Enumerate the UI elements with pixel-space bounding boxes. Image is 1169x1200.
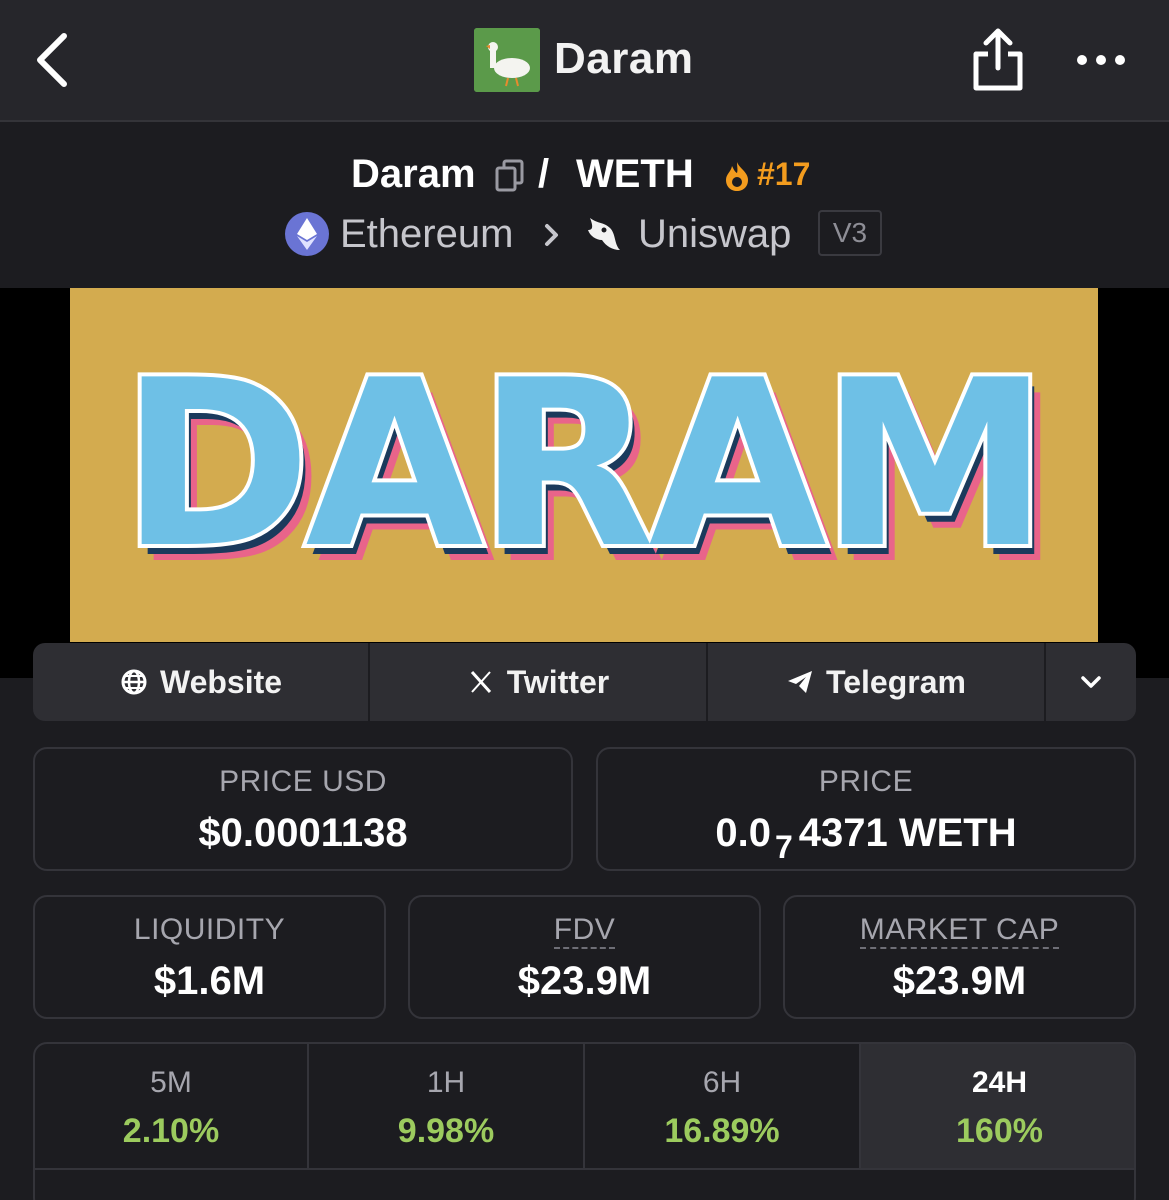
pair-header: Daram / WETH #17 Ethereum Uniswap V3	[0, 122, 1169, 288]
uniswap-icon	[582, 210, 628, 256]
liquidity-label: LIQUIDITY	[133, 913, 286, 946]
market-cap-value: $23.9M	[892, 959, 1027, 1003]
top-nav-bar: Daram	[0, 0, 1169, 122]
page-title: Daram	[554, 34, 694, 83]
chevron-left-icon	[37, 33, 67, 87]
chevron-down-icon	[1081, 676, 1101, 688]
copy-address-button[interactable]	[494, 158, 526, 192]
website-button[interactable]: Website	[33, 643, 369, 721]
social-links-bar: Website Twitter Telegram	[33, 643, 1136, 721]
tab-5m[interactable]: 5M 2.10%	[35, 1044, 307, 1170]
market-cap-label-wrap: MARKET CAP	[785, 913, 1134, 949]
liquidity-value: $1.6M	[153, 959, 266, 1003]
price-native-prefix: 0.0	[715, 811, 771, 855]
fdv-value: $23.9M	[517, 959, 652, 1003]
tab-5m-value: 2.10%	[122, 1112, 220, 1150]
price-native-label: PRICE	[818, 765, 914, 798]
price-change-tabs: 5M 2.10% 1H 9.98% 6H 16.89% 24H 160%	[33, 1042, 1136, 1200]
pair-title-row: Daram / WETH #17	[0, 152, 1169, 202]
price-usd-card: PRICE USD $0.0001138	[33, 747, 573, 871]
website-label: Website	[159, 663, 283, 700]
copy-icon	[495, 159, 524, 192]
globe-icon	[121, 669, 147, 695]
telegram-icon	[788, 671, 813, 693]
tab-6h[interactable]: 6H 16.89%	[585, 1044, 859, 1170]
fdv-label[interactable]: FDV	[553, 913, 616, 949]
price-native-zero-count: 7	[774, 829, 793, 865]
ethereum-icon	[285, 212, 329, 256]
chain-link[interactable]: Ethereum	[340, 212, 513, 257]
telegram-button[interactable]: Telegram	[708, 643, 1044, 721]
dex-version-badge: V3	[818, 210, 882, 256]
twitter-label: Twitter	[506, 663, 610, 700]
tab-6h-label: 6H	[702, 1066, 742, 1099]
price-native-card: PRICE 0.0 7 4371 WETH	[596, 747, 1136, 871]
share-button[interactable]	[968, 24, 1028, 94]
x-logo-icon	[470, 670, 491, 694]
dex-link[interactable]: Uniswap	[638, 212, 791, 257]
tab-6h-value: 16.89%	[664, 1112, 780, 1150]
svg-text:DARAM: DARAM	[121, 332, 1044, 599]
banner-area: DARAM DARAM DARAM	[0, 288, 1169, 678]
tab-1h-value: 9.98%	[397, 1112, 495, 1150]
price-usd-label: PRICE USD	[219, 765, 387, 798]
trending-rank[interactable]: #17	[757, 156, 810, 193]
tab-24h-value: 160%	[956, 1112, 1043, 1150]
share-icon	[973, 28, 1023, 91]
pair-separator: /	[538, 152, 550, 196]
more-links-button[interactable]	[1046, 643, 1136, 721]
price-usd-value: $0.0001138	[198, 811, 408, 855]
more-horizontal-icon	[1077, 55, 1125, 65]
price-native-suffix: 4371 WETH	[798, 811, 1017, 855]
telegram-label: Telegram	[826, 663, 966, 700]
tab-24h[interactable]: 24H 160%	[861, 1044, 1134, 1170]
tab-5m-label: 5M	[150, 1066, 192, 1099]
chevron-right-icon	[540, 220, 564, 250]
chain-dex-row: Ethereum Uniswap V3	[0, 210, 1169, 260]
quote-token: WETH	[576, 152, 694, 196]
tab-1h[interactable]: 1H 9.98%	[309, 1044, 583, 1170]
tab-1h-label: 1H	[426, 1066, 466, 1099]
fire-icon	[722, 160, 752, 192]
market-cap-label[interactable]: MARKET CAP	[859, 913, 1060, 949]
liquidity-card: LIQUIDITY $1.6M	[33, 895, 386, 1019]
tab-24h-label: 24H	[971, 1066, 1028, 1099]
more-button[interactable]	[1072, 40, 1132, 80]
back-button[interactable]	[30, 30, 80, 90]
fdv-card[interactable]: FDV $23.9M	[408, 895, 761, 1019]
goose-icon	[474, 28, 540, 92]
token-banner: DARAM DARAM DARAM	[70, 288, 1098, 642]
token-logo	[474, 28, 540, 92]
fdv-label-wrap: FDV	[410, 913, 759, 949]
price-native-value: 0.0 7 4371 WETH	[598, 811, 1134, 865]
twitter-button[interactable]: Twitter	[370, 643, 706, 721]
base-token: Daram	[351, 152, 476, 196]
market-cap-card[interactable]: MARKET CAP $23.9M	[783, 895, 1136, 1019]
banner-logo: DARAM DARAM DARAM	[117, 328, 1062, 615]
